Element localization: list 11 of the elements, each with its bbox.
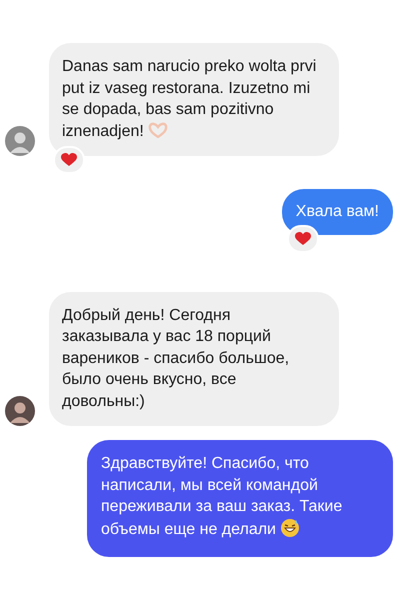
avatar[interactable] — [5, 396, 35, 426]
heart-icon — [294, 232, 311, 246]
grinning-sweat-icon — [280, 518, 300, 538]
message-bubble: Здравствуйте! Спасибо, что написали, мы всей командой переживали за ваш заказ. Такие объемы еще не делали — [87, 440, 393, 557]
message-bubble: Хвала вам! — [282, 189, 393, 234]
heart-reaction[interactable] — [286, 224, 319, 252]
heart-hands-icon — [148, 122, 168, 138]
heart-icon — [61, 153, 77, 167]
message-bubble: Danas sam narucio preko wolta prvi put iz vaseg restorana. Izuzetno mi se dopada, bas sam pozitivno iznenadjen! — [49, 43, 339, 156]
message-bubble: Добрый день! Сегодня заказывала у вас 18 порций вареников - спасибо большое, было очень вкусно, все довольны:) — [49, 292, 339, 426]
heart-reaction[interactable] — [53, 146, 85, 174]
